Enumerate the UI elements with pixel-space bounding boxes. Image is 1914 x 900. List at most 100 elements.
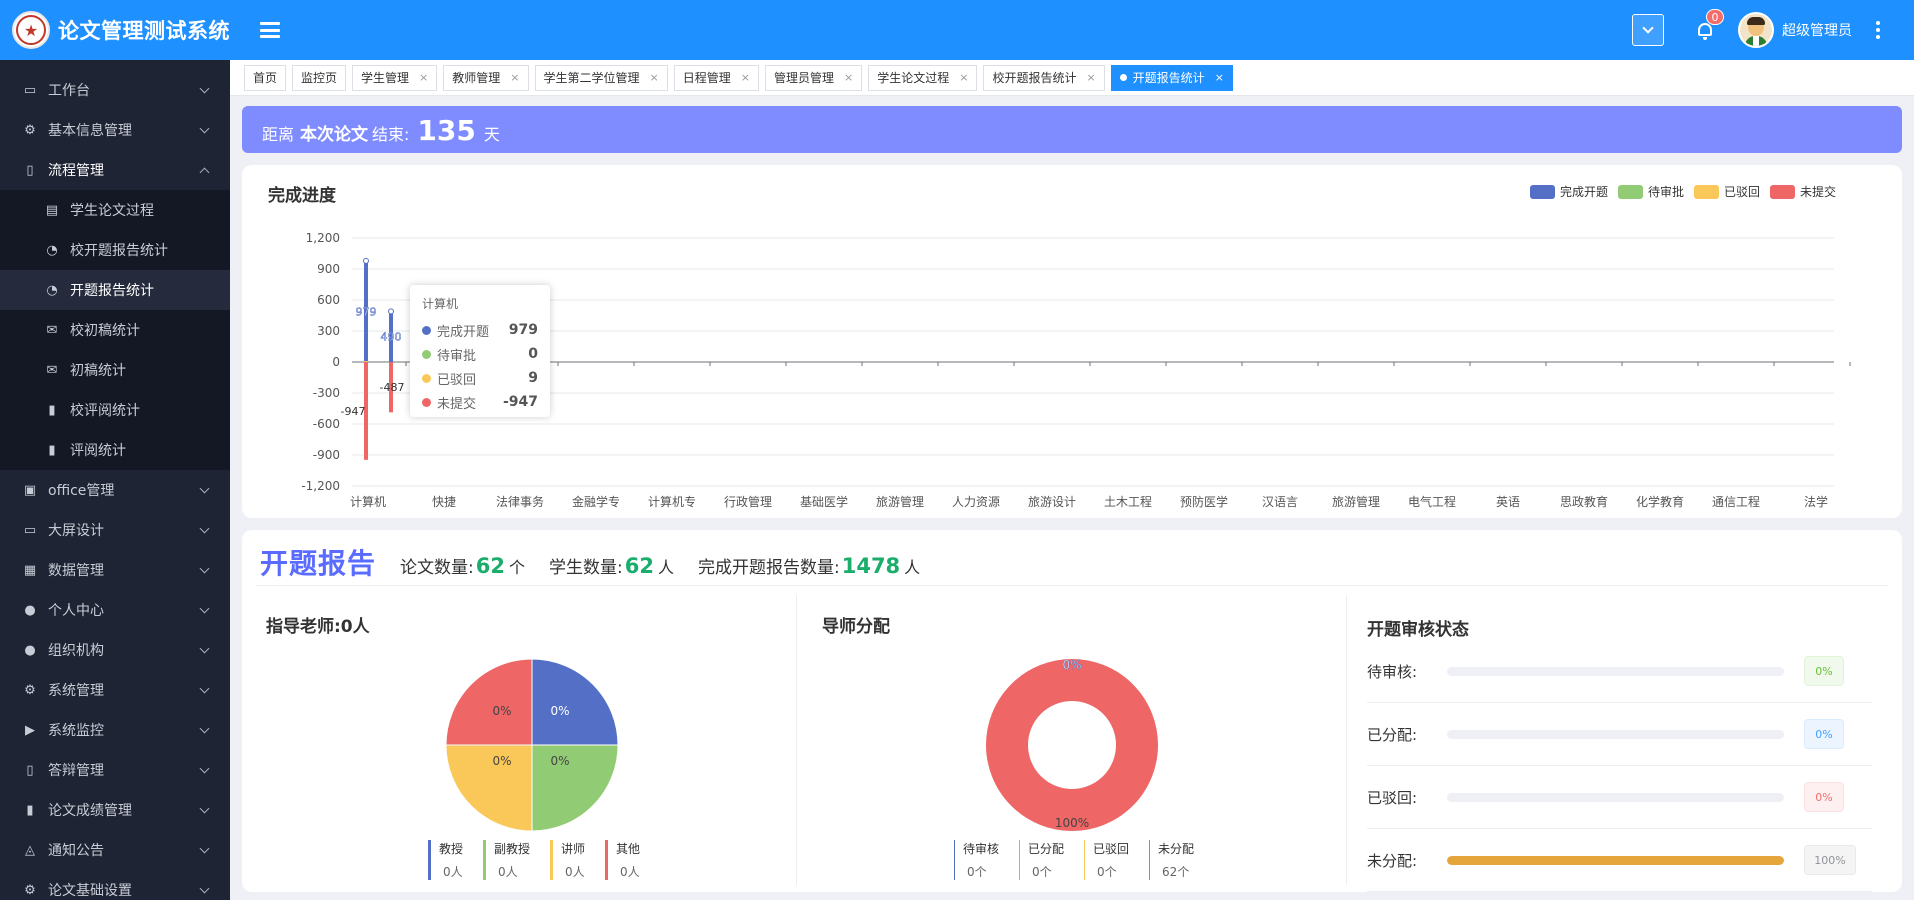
tab-item[interactable]: 开题报告统计 × <box>1110 64 1233 91</box>
sidebar-item[interactable]: ● 组织机构 <box>0 630 230 670</box>
pie-slice[interactable] <box>531 658 619 746</box>
sidebar-item[interactable]: ● 个人中心 <box>0 590 230 630</box>
user-avatar[interactable] <box>1738 12 1774 48</box>
y-tick-label: 600 <box>317 293 340 307</box>
gear-icon: ⚙ <box>24 882 36 898</box>
gear-icon: ⚙ <box>24 122 36 138</box>
donut-legend-item[interactable]: 已驳回 0个 <box>1084 840 1129 880</box>
legend-item[interactable]: 待审批 <box>1617 183 1684 200</box>
legend-label: 副教授 <box>494 842 531 856</box>
close-icon[interactable]: × <box>650 71 659 84</box>
close-icon[interactable]: × <box>959 71 968 84</box>
user-icon: ● <box>24 602 36 618</box>
sidebar-item[interactable]: ⚙ 论文基础设置 <box>0 870 230 900</box>
sidebar-item[interactable]: ▭ 工作台 <box>0 70 230 110</box>
legend-count: 0个 <box>1032 865 1052 879</box>
x-tick-label: 基础医学 <box>800 494 848 509</box>
x-tick-label: 计算机专 <box>648 494 696 509</box>
close-icon[interactable]: × <box>510 71 519 84</box>
tab-item[interactable]: 首页 <box>244 64 287 91</box>
tab-item[interactable]: 教师管理 × <box>443 64 529 91</box>
menu-toggle-icon[interactable] <box>260 22 280 38</box>
user-name[interactable]: 超级管理员 <box>1782 20 1852 40</box>
sidebar-item[interactable]: ▯ 流程管理 <box>0 150 230 190</box>
tab-item[interactable]: 管理员管理 × <box>764 64 863 91</box>
close-icon[interactable]: × <box>1215 71 1224 84</box>
pie-legend-item[interactable]: 其他 0人 <box>605 840 640 880</box>
sidebar-item[interactable]: ▶ 系统监控 <box>0 710 230 750</box>
header-dropdown-button[interactable] <box>1632 14 1664 46</box>
sidebar-item[interactable]: ▤ 学生论文过程 <box>0 190 230 230</box>
close-icon[interactable]: × <box>419 71 428 84</box>
countdown-days: 135 <box>417 114 476 147</box>
sidebar-item[interactable]: ◔ 校开题报告统计 <box>0 230 230 270</box>
pie-legend-item[interactable]: 教授 0人 <box>428 840 463 880</box>
sidebar-item[interactable]: ▮ 校评阅统计 <box>0 390 230 430</box>
sidebar-item-label: 校评阅统计 <box>70 403 140 419</box>
legend-swatch <box>1529 184 1555 199</box>
pie-slice[interactable] <box>531 744 619 832</box>
pie-legend-item[interactable]: 副教授 0人 <box>483 840 530 880</box>
sidebar-item[interactable]: ◔ 开题报告统计 <box>0 270 230 310</box>
notification-bell-icon[interactable]: 0 <box>1694 9 1724 41</box>
sidebar-item-label: 数据管理 <box>48 563 104 579</box>
app-title: 论文管理测试系统 <box>58 19 230 43</box>
allocation-section-title: 导师分配 <box>822 617 890 637</box>
chevron-down-icon <box>199 483 210 494</box>
sidebar-item[interactable]: ⚙ 系统管理 <box>0 670 230 710</box>
donut-top-label: 0% <box>1062 658 1081 672</box>
chevron-down-icon <box>199 523 210 534</box>
pie-slice[interactable] <box>445 658 533 746</box>
review-status-label: 未分配: <box>1367 851 1418 870</box>
y-tick-label: 1,200 <box>306 231 340 245</box>
review-status-title: 开题审核状态 <box>1367 620 1469 640</box>
legend-count: 0人 <box>443 865 463 879</box>
donut-legend-item[interactable]: 已分配 0个 <box>1019 840 1064 880</box>
countdown-banner: 距离 本次论文 结束: 135 天 <box>242 106 1902 153</box>
tab-item[interactable]: 学生第二学位管理 × <box>534 64 668 91</box>
report-title: 开题报告 <box>260 547 377 580</box>
tab-item[interactable]: 监控页 <box>292 64 347 91</box>
y-tick-label: -600 <box>313 417 340 431</box>
sidebar-item[interactable]: ▭ 大屏设计 <box>0 510 230 550</box>
advisor-pie-legend: 教授 0人 副教授 0人 讲师 0人 其他 0人 <box>428 840 660 880</box>
more-options-icon[interactable] <box>1876 21 1880 39</box>
close-icon[interactable]: × <box>1086 71 1095 84</box>
sidebar-item[interactable]: ▮ 论文成绩管理 <box>0 790 230 830</box>
pie-legend-item[interactable]: 讲师 0人 <box>550 840 585 880</box>
legend-item[interactable]: 未提交 <box>1769 183 1836 200</box>
tab-item[interactable]: 学生论文过程 × <box>868 64 978 91</box>
x-tick-label: 英语 <box>1496 495 1520 509</box>
close-icon[interactable]: × <box>844 71 853 84</box>
bar[interactable] <box>364 361 368 363</box>
sidebar-item[interactable]: ⚙ 基本信息管理 <box>0 110 230 150</box>
pie-slice[interactable] <box>445 744 533 832</box>
bar-top-marker <box>388 308 394 315</box>
sidebar-item[interactable]: ✉ 初稿统计 <box>0 350 230 390</box>
sidebar-item[interactable]: ▮ 评阅统计 <box>0 430 230 470</box>
donut-legend-item[interactable]: 未分配 62个 <box>1149 840 1194 880</box>
legend-item[interactable]: 完成开题 <box>1529 183 1608 200</box>
countdown-prefix: 距离 <box>262 125 295 144</box>
notification-count-badge: 0 <box>1706 9 1724 25</box>
legend-label: 已分配 <box>1028 842 1065 856</box>
tab-item[interactable]: 校开题报告统计 × <box>983 64 1105 91</box>
tab-label: 监控页 <box>301 71 338 85</box>
x-tick-label: 行政管理 <box>724 494 772 509</box>
review-status-label: 已驳回: <box>1367 788 1418 807</box>
close-icon[interactable]: × <box>741 71 750 84</box>
sidebar-item[interactable]: ▣ office管理 <box>0 470 230 510</box>
donut-legend-item[interactable]: 待审核 0个 <box>954 840 999 880</box>
bar-top-marker <box>363 257 369 264</box>
sidebar-item[interactable]: ◬ 通知公告 <box>0 830 230 870</box>
sidebar-item[interactable]: ✉ 校初稿统计 <box>0 310 230 350</box>
donut-slice[interactable] <box>986 659 1158 831</box>
tab-item[interactable]: 日程管理 × <box>673 64 759 91</box>
bar-chart-icon: ▮ <box>48 402 56 418</box>
grid-icon: ▦ <box>23 562 37 578</box>
sidebar-item[interactable]: ▯ 答辩管理 <box>0 750 230 790</box>
tab-item[interactable]: 学生管理 × <box>352 64 438 91</box>
legend-item[interactable]: 已驳回 <box>1693 183 1760 200</box>
sidebar-item[interactable]: ▦ 数据管理 <box>0 550 230 590</box>
chevron-down-icon <box>199 763 210 774</box>
